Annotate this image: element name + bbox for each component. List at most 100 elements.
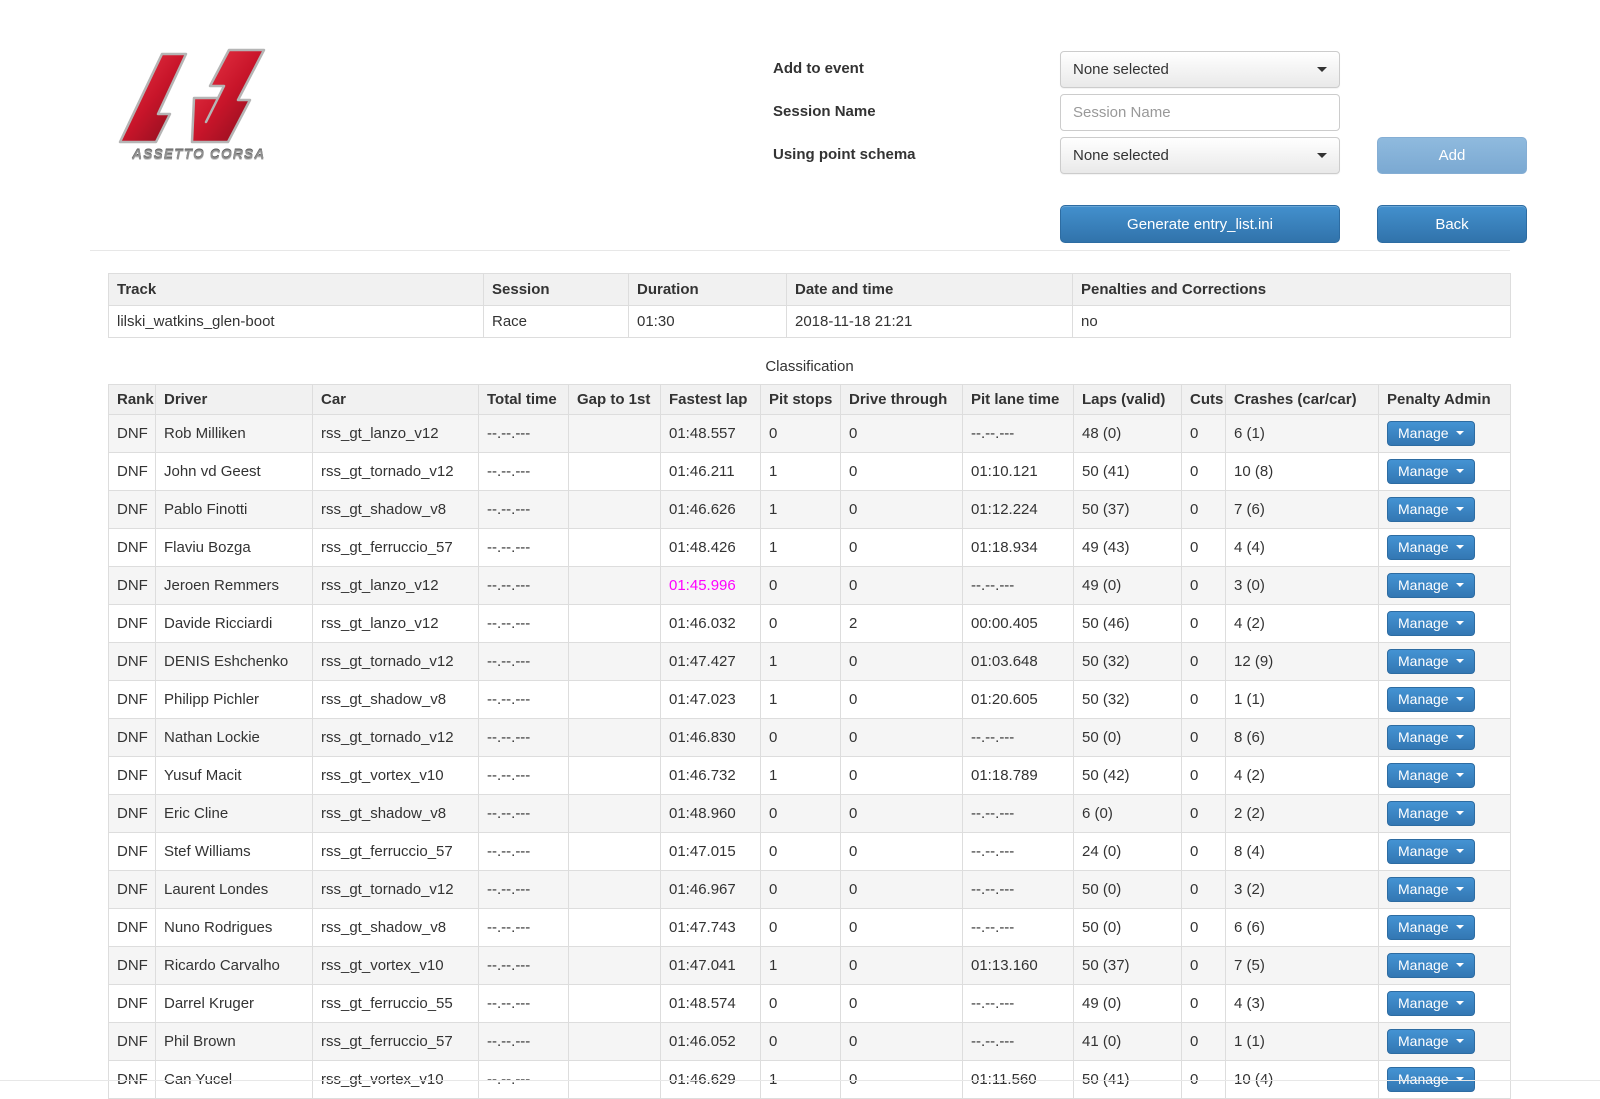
- back-button[interactable]: Back: [1377, 205, 1527, 243]
- cell-total-time: --.--.---: [479, 681, 569, 719]
- manage-button[interactable]: Manage: [1387, 459, 1475, 484]
- cell-total-time: --.--.---: [479, 415, 569, 453]
- cell-fastest-lap: 01:47.743: [661, 909, 761, 947]
- manage-button[interactable]: Manage: [1387, 953, 1475, 978]
- cell-pit-stops: 0: [761, 1023, 841, 1061]
- cell-pit-stops: 0: [761, 567, 841, 605]
- chevron-down-icon: [1456, 735, 1464, 739]
- cell-drive-through: 0: [841, 719, 963, 757]
- manage-button[interactable]: Manage: [1387, 611, 1475, 636]
- cell-rank: DNF: [109, 795, 156, 833]
- cell-pit-stops: 0: [761, 871, 841, 909]
- cell-pit-lane-time: 01:13.160: [963, 947, 1074, 985]
- cell-cuts: 0: [1182, 415, 1226, 453]
- cell-cuts: 0: [1182, 871, 1226, 909]
- chevron-down-icon: [1456, 621, 1464, 625]
- table-row: DNF Flaviu Bozga rss_gt_ferruccio_57 --.…: [109, 529, 1511, 567]
- cell-cuts: 0: [1182, 985, 1226, 1023]
- cell-rank: DNF: [109, 415, 156, 453]
- cell-car: rss_gt_vortex_v10: [313, 757, 479, 795]
- manage-button[interactable]: Manage: [1387, 1029, 1475, 1054]
- cell-cuts: 0: [1182, 605, 1226, 643]
- cell-fastest-lap: 01:48.960: [661, 795, 761, 833]
- cell-fastest-lap: 01:46.211: [661, 453, 761, 491]
- cell-drive-through: 0: [841, 1023, 963, 1061]
- manage-button[interactable]: Manage: [1387, 877, 1475, 902]
- manage-button[interactable]: Manage: [1387, 801, 1475, 826]
- cell-car: rss_gt_ferruccio_55: [313, 985, 479, 1023]
- manage-button[interactable]: Manage: [1387, 649, 1475, 674]
- cell-gap-to-1st: [569, 985, 661, 1023]
- cell-pit-lane-time: 01:20.605: [963, 681, 1074, 719]
- cell-fastest-lap: 01:46.967: [661, 871, 761, 909]
- table-row: DNF DENIS Eshchenko rss_gt_tornado_v12 -…: [109, 643, 1511, 681]
- header: ASSETTO CORSA Add to event None selected…: [0, 0, 1600, 250]
- generate-entry-list-button[interactable]: Generate entry_list.ini: [1060, 205, 1340, 243]
- chevron-down-icon: [1456, 963, 1464, 967]
- cell-car: rss_gt_ferruccio_57: [313, 1023, 479, 1061]
- cell-car: rss_gt_shadow_v8: [313, 491, 479, 529]
- manage-button[interactable]: Manage: [1387, 687, 1475, 712]
- cell-laps-valid: 48 (0): [1074, 415, 1182, 453]
- cell-driver: Yusuf Macit: [156, 757, 313, 795]
- cell-driver: DENIS Eshchenko: [156, 643, 313, 681]
- add-to-event-select[interactable]: None selected: [1060, 51, 1340, 88]
- cell-rank: DNF: [109, 719, 156, 757]
- cell-gap-to-1st: [569, 681, 661, 719]
- column-header: Penalties and Corrections: [1073, 274, 1511, 306]
- cell-car: rss_gt_shadow_v8: [313, 681, 479, 719]
- cell-cuts: 0: [1182, 757, 1226, 795]
- add-to-event-label: Add to event: [773, 51, 1023, 88]
- cell-car: rss_gt_ferruccio_57: [313, 833, 479, 871]
- column-header: Fastest lap: [661, 385, 761, 415]
- cell-fastest-lap: 01:48.426: [661, 529, 761, 567]
- cell-fastest-lap: 01:46.732: [661, 757, 761, 795]
- classification-table: Classification RankDriverCarTotal timeGa…: [108, 358, 1511, 1099]
- manage-button[interactable]: Manage: [1387, 763, 1475, 788]
- cell-crashes: 4 (4): [1226, 529, 1379, 567]
- cell-pit-lane-time: 01:18.934: [963, 529, 1074, 567]
- chevron-down-icon: [1456, 811, 1464, 815]
- cell-crashes: 4 (2): [1226, 757, 1379, 795]
- column-header: Pit stops: [761, 385, 841, 415]
- cell-fastest-lap: 01:47.041: [661, 947, 761, 985]
- cell-laps-valid: 50 (32): [1074, 681, 1182, 719]
- manage-button[interactable]: Manage: [1387, 991, 1475, 1016]
- manage-button[interactable]: Manage: [1387, 421, 1475, 446]
- cell-gap-to-1st: [569, 757, 661, 795]
- cell-pit-lane-time: 01:03.648: [963, 643, 1074, 681]
- cell-pit-stops: 1: [761, 681, 841, 719]
- cell-pit-stops: 1: [761, 529, 841, 567]
- cell-laps-valid: 50 (42): [1074, 757, 1182, 795]
- cell-crashes: 7 (6): [1226, 491, 1379, 529]
- add-button[interactable]: Add: [1377, 137, 1527, 174]
- cell-fastest-lap: 01:48.557: [661, 415, 761, 453]
- cell-rank: DNF: [109, 681, 156, 719]
- cell-laps-valid: 49 (43): [1074, 529, 1182, 567]
- column-header: Crashes (car/car): [1226, 385, 1379, 415]
- cell-crashes: 4 (2): [1226, 605, 1379, 643]
- add-to-event-value: None selected: [1073, 61, 1169, 78]
- cell-laps-valid: 50 (0): [1074, 909, 1182, 947]
- manage-button[interactable]: Manage: [1387, 497, 1475, 522]
- cell-crashes: 10 (8): [1226, 453, 1379, 491]
- cell-gap-to-1st: [569, 1023, 661, 1061]
- cell-drive-through: 0: [841, 529, 963, 567]
- manage-button[interactable]: Manage: [1387, 535, 1475, 560]
- cell-gap-to-1st: [569, 795, 661, 833]
- table-row: DNF Nathan Lockie rss_gt_tornado_v12 --.…: [109, 719, 1511, 757]
- manage-button[interactable]: Manage: [1387, 725, 1475, 750]
- manage-button[interactable]: Manage: [1387, 839, 1475, 864]
- cell-drive-through: 0: [841, 415, 963, 453]
- cell-pit-stops: 0: [761, 985, 841, 1023]
- manage-button[interactable]: Manage: [1387, 573, 1475, 598]
- session-name-input[interactable]: [1060, 94, 1340, 131]
- cell-driver: Jeroen Remmers: [156, 567, 313, 605]
- cell-driver: Eric Cline: [156, 795, 313, 833]
- cell-penalty-admin: Manage: [1379, 453, 1511, 491]
- cell-drive-through: 2: [841, 605, 963, 643]
- cell-crashes: 2 (2): [1226, 795, 1379, 833]
- table-row: DNF Davide Ricciardi rss_gt_lanzo_v12 --…: [109, 605, 1511, 643]
- manage-button[interactable]: Manage: [1387, 915, 1475, 940]
- point-schema-select[interactable]: None selected: [1060, 137, 1340, 174]
